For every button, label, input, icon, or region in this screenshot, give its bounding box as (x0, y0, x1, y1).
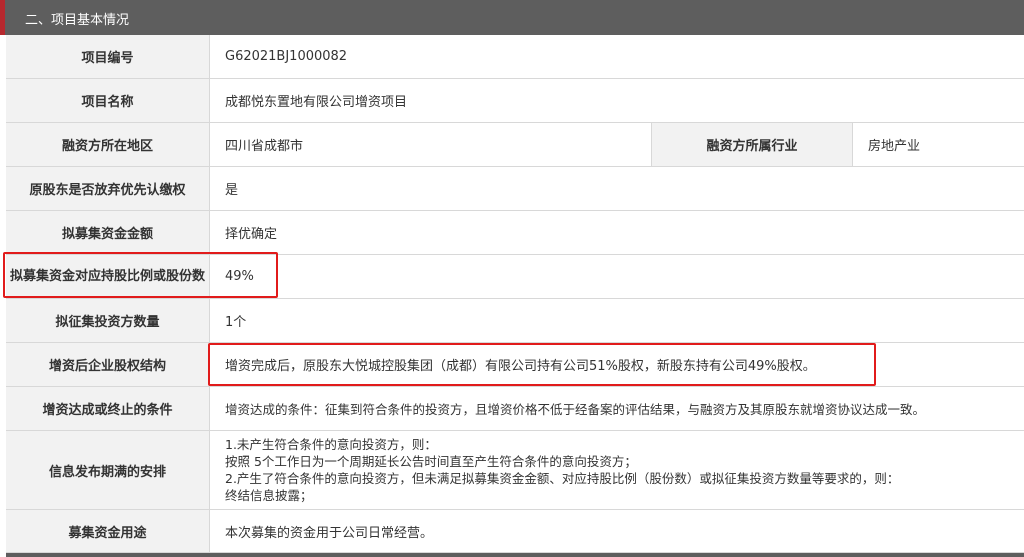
value-fund-use: 本次募集的资金用于公司日常经营。 (225, 525, 434, 541)
table-row-waive-priority: 原股东是否放弃优先认缴权 是 (6, 167, 1024, 211)
table-row-region: 融资方所在地区 四川省成都市 融资方所属行业 房地产业 (6, 123, 1024, 167)
label-project-no: 项目编号 (6, 35, 210, 78)
label-investor-count: 拟征集投资方数量 (6, 299, 210, 342)
section-title: 二、项目基本情况 (25, 13, 130, 28)
value-conditions: 增资达成的条件：征集到符合条件的投资方，且增资价格不低于经备案的评估结果，与融资… (225, 402, 926, 417)
label-project-name: 项目名称 (6, 79, 210, 122)
expiry-line-3: 2.产生了符合条件的意向投资方，但未满足拟募集资金金额、对应持股比例（股份数）或… (225, 471, 900, 486)
table-row-project-name: 项目名称 成都悦东置地有限公司增资项目 (6, 79, 1024, 123)
value-waive-priority: 是 (225, 183, 239, 198)
expiry-line-1: 1.未产生符合条件的意向投资方，则： (225, 437, 437, 452)
table-bottom-bar (6, 553, 1024, 557)
label-region: 融资方所在地区 (6, 123, 210, 166)
label-industry: 融资方所属行业 (651, 123, 853, 166)
table-row-conditions: 增资达成或终止的条件 增资达成的条件：征集到符合条件的投资方，且增资价格不低于经… (6, 387, 1024, 431)
label-conditions: 增资达成或终止的条件 (6, 387, 210, 430)
table-row-fund-amount: 拟募集资金金额 择优确定 (6, 211, 1024, 255)
value-project-name: 成都悦东置地有限公司增资项目 (225, 95, 408, 110)
label-expiry-arrangement: 信息发布期满的安排 (6, 431, 210, 509)
highlight-box-share-ratio (3, 252, 278, 298)
value-region: 四川省成都市 (225, 139, 304, 154)
label-fund-use: 募集资金用途 (6, 510, 210, 552)
value-investor-count: 1个 (225, 315, 247, 330)
project-info-page: 二、项目基本情况 项目编号 G62021BJ1000082 项目名称 成都悦东置… (0, 0, 1024, 557)
table-row-investor-count: 拟征集投资方数量 1个 (6, 299, 1024, 343)
expiry-line-2: 按照 5个工作日为一个周期延长公告时间直至产生符合条件的意向投资方； (225, 454, 637, 469)
expiry-line-4: 终结信息披露； (225, 488, 313, 503)
highlight-box-post-structure (208, 343, 876, 386)
table-row-expiry-arrangement: 信息发布期满的安排 1.未产生符合条件的意向投资方，则： 按照 5个工作日为一个… (6, 431, 1024, 510)
value-project-no: G62021BJ1000082 (225, 49, 348, 64)
table-row-fund-use: 募集资金用途 本次募集的资金用于公司日常经营。 (6, 510, 1024, 553)
label-waive-priority: 原股东是否放弃优先认缴权 (6, 167, 210, 210)
value-fund-amount: 择优确定 (225, 227, 278, 242)
table-row-project-no: 项目编号 G62021BJ1000082 (6, 35, 1024, 79)
label-post-structure: 增资后企业股权结构 (6, 343, 210, 386)
label-fund-amount: 拟募集资金金额 (6, 211, 210, 254)
value-expiry-arrangement: 1.未产生符合条件的意向投资方，则： 按照 5个工作日为一个周期延长公告时间直至… (225, 431, 899, 509)
section-header: 二、项目基本情况 (0, 0, 1024, 35)
value-industry: 房地产业 (868, 139, 921, 154)
